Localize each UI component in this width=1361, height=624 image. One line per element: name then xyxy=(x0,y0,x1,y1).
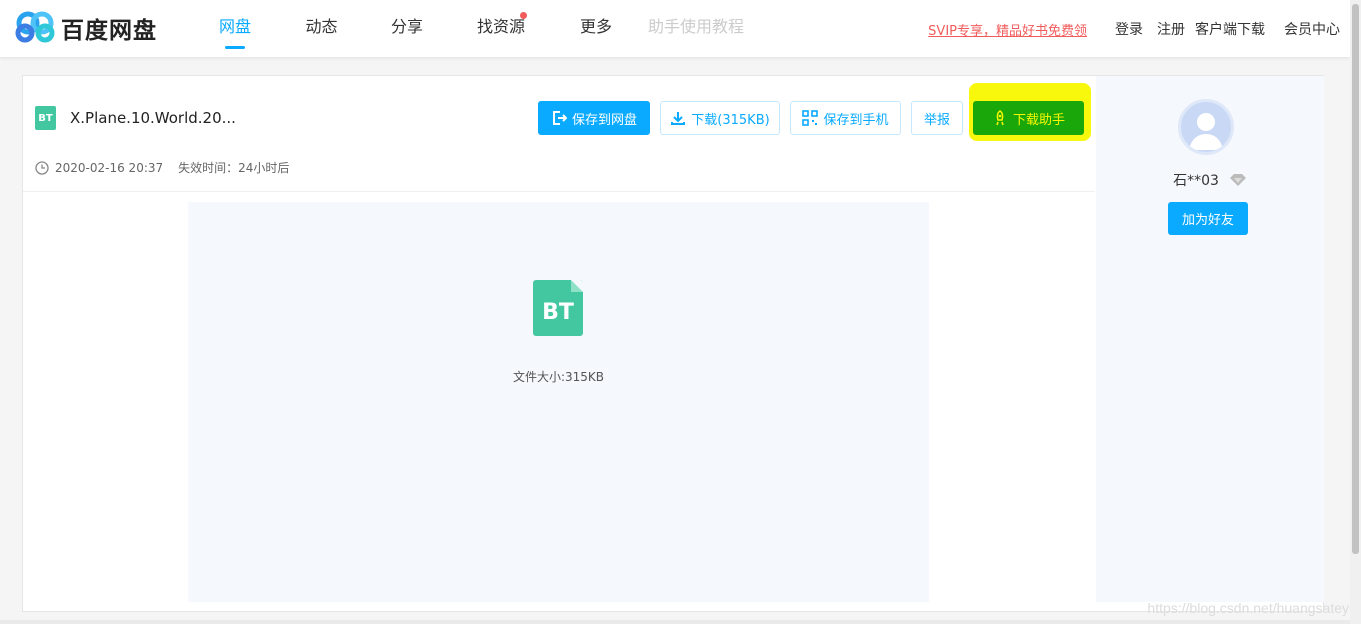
download-assistant-label: 下载助手 xyxy=(1012,112,1065,128)
nav-item-share[interactable]: 分享 xyxy=(373,0,441,58)
file-size: 文件大小:315KB xyxy=(512,370,605,384)
baidu-pan-logo[interactable]: 百度网盘 xyxy=(15,10,157,46)
svip-promo-link[interactable]: SVIP专享，精品好书免费领 xyxy=(928,20,1087,39)
qr-code-icon xyxy=(802,110,819,126)
bt-large-file-icon-label: BT xyxy=(542,299,574,325)
file-title: BT X.Plane.10.World.20... xyxy=(35,106,236,130)
report-button[interactable]: 举报 xyxy=(911,101,963,135)
save-to-pan-button[interactable]: 保存到网盘 xyxy=(538,101,650,135)
nav-item-find-resources-label: 找资源 xyxy=(476,17,525,36)
download-label: 下载(315KB) xyxy=(691,112,770,128)
save-to-phone-label: 保存到手机 xyxy=(823,112,889,128)
sharer-panel: 石**03 加为好友 xyxy=(1096,76,1324,602)
file-name: X.Plane.10.World.20... xyxy=(70,109,236,127)
save-to-pan-label: 保存到网盘 xyxy=(571,112,637,128)
sharer-name-row: 石**03 xyxy=(1096,170,1324,190)
csdn-watermark: https://blog.csdn.net/huangsatey xyxy=(1147,600,1349,616)
bt-file-icon-label: BT xyxy=(38,112,53,124)
bt-file-icon: BT xyxy=(35,106,56,130)
vertical-scrollbar[interactable] xyxy=(1350,0,1361,624)
sharer-name: 石**03 xyxy=(1173,173,1219,189)
header-right: SVIP专享，精品好书免费领 登录 注册 客户端下载 会员中心 xyxy=(928,0,1340,58)
action-buttons: 保存到网盘 下载(315KB) 保存到手机 举报 下载助手 xyxy=(538,101,1084,135)
add-friend-button[interactable]: 加为好友 xyxy=(1168,202,1248,235)
register-link[interactable]: 注册 xyxy=(1157,19,1185,39)
divider xyxy=(23,191,1095,192)
scrollbar-thumb[interactable] xyxy=(1352,4,1359,554)
top-header: 百度网盘 网盘 动态 分享 找资源 更多 助手使用教程 SVIP专享，精品好书免… xyxy=(0,0,1350,58)
rocket-icon xyxy=(996,110,1004,126)
download-button[interactable]: 下载(315KB) xyxy=(660,101,780,135)
bottom-bar xyxy=(0,620,1350,624)
user-avatar-icon xyxy=(1189,113,1223,150)
nav-item-assistant-tutorial[interactable]: 助手使用教程 xyxy=(631,0,761,58)
save-export-icon xyxy=(552,111,567,125)
nav-item-more[interactable]: 更多 xyxy=(561,0,631,58)
cloud-logo-icon xyxy=(15,11,55,43)
download-icon xyxy=(671,112,686,125)
logo-text: 百度网盘 xyxy=(61,18,157,44)
login-link[interactable]: 登录 xyxy=(1115,19,1143,39)
nav-item-feed[interactable]: 动态 xyxy=(270,0,373,58)
download-assistant-button[interactable]: 下载助手 xyxy=(973,101,1084,135)
notification-dot xyxy=(520,12,527,19)
share-date: 2020-02-16 20:37 xyxy=(55,160,164,175)
nav-item-find-resources[interactable]: 找资源 xyxy=(441,0,561,58)
clock-icon xyxy=(35,160,49,175)
file-meta: 2020-02-16 20:37 失效时间：24小时后 xyxy=(35,159,289,176)
avatar[interactable] xyxy=(1178,99,1234,155)
save-to-phone-button[interactable]: 保存到手机 xyxy=(790,101,901,135)
main-nav: 网盘 动态 分享 找资源 更多 助手使用教程 xyxy=(200,0,761,58)
client-download-link[interactable]: 客户端下载 xyxy=(1195,19,1265,39)
member-center-link[interactable]: 会员中心 xyxy=(1284,19,1340,39)
diamond-vip-icon xyxy=(1229,174,1246,186)
share-card: BT X.Plane.10.World.20... 保存到网盘 下载(315KB… xyxy=(22,75,1324,612)
expire-time: 失效时间：24小时后 xyxy=(178,161,290,175)
file-preview-area: BT 文件大小:315KB xyxy=(188,202,929,602)
nav-item-pan[interactable]: 网盘 xyxy=(200,0,270,58)
bt-large-file-icon: BT xyxy=(533,280,583,336)
